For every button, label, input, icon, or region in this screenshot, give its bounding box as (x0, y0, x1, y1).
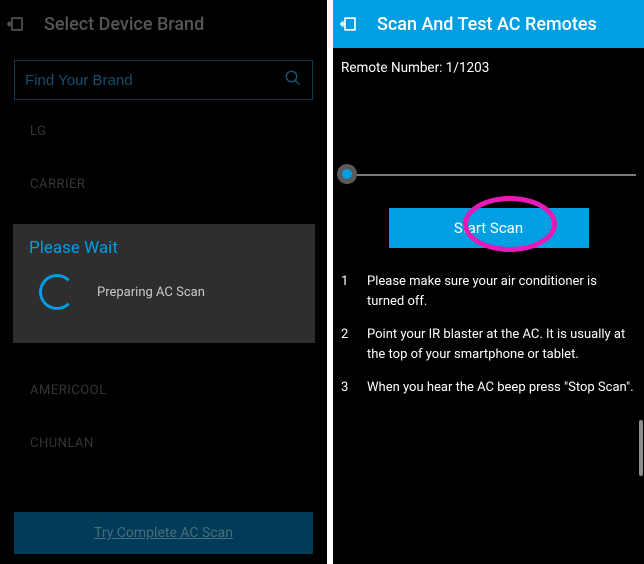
instruction-text: Please make sure your air conditioner is… (367, 272, 636, 311)
remote-number-label: Remote Number: 1/1203 (333, 48, 644, 88)
brand-item[interactable]: AMERICOOL (0, 363, 327, 416)
instruction-number: 3 (341, 378, 353, 398)
loading-spinner-icon (39, 274, 75, 310)
brand-item[interactable]: CARRIER (0, 157, 327, 210)
brand-item[interactable]: CHUNLAN (0, 416, 327, 469)
topbar-title-left: Select Device Brand (44, 14, 319, 35)
modal-message: Preparing AC Scan (97, 285, 205, 300)
slider-track (341, 174, 636, 176)
search-container (0, 48, 327, 100)
start-scan-button[interactable]: Start Scan (389, 208, 589, 248)
instruction-number: 2 (341, 325, 353, 364)
search-icon[interactable] (284, 69, 302, 91)
please-wait-modal: Please Wait Preparing AC Scan (13, 224, 315, 343)
brand-item[interactable]: LG (0, 104, 327, 157)
instruction-number: 1 (341, 272, 353, 311)
footer-button-wrap: Try Complete AC Scan (14, 512, 313, 554)
instruction-row: 2 Point your IR blaster at the AC. It is… (341, 325, 636, 364)
topbar-title-right: Scan And Test AC Remotes (377, 14, 636, 35)
instruction-row: 1 Please make sure your air conditioner … (341, 272, 636, 311)
try-complete-scan-button[interactable]: Try Complete AC Scan (14, 512, 313, 554)
search-input[interactable] (25, 72, 284, 89)
scrollbar-thumb[interactable] (639, 420, 643, 476)
back-icon[interactable] (6, 13, 28, 35)
modal-title: Please Wait (29, 238, 299, 258)
topbar-right: Scan And Test AC Remotes (333, 0, 644, 48)
instruction-text: When you hear the AC beep press "Stop Sc… (367, 378, 636, 398)
progress-slider[interactable] (333, 88, 644, 178)
topbar-left: Select Device Brand (0, 0, 327, 48)
back-icon[interactable] (339, 13, 361, 35)
screen-scan-remotes: Scan And Test AC Remotes Remote Number: … (333, 0, 644, 564)
screen-select-brand: Select Device Brand LG CARRIER TADIRAN A… (0, 0, 327, 564)
instruction-row: 3 When you hear the AC beep press "Stop … (341, 378, 636, 398)
instructions-list: 1 Please make sure your air conditioner … (333, 268, 644, 398)
instruction-text: Point your IR blaster at the AC. It is u… (367, 325, 636, 364)
scan-button-container: Start Scan (333, 178, 644, 268)
search-field[interactable] (14, 60, 313, 100)
